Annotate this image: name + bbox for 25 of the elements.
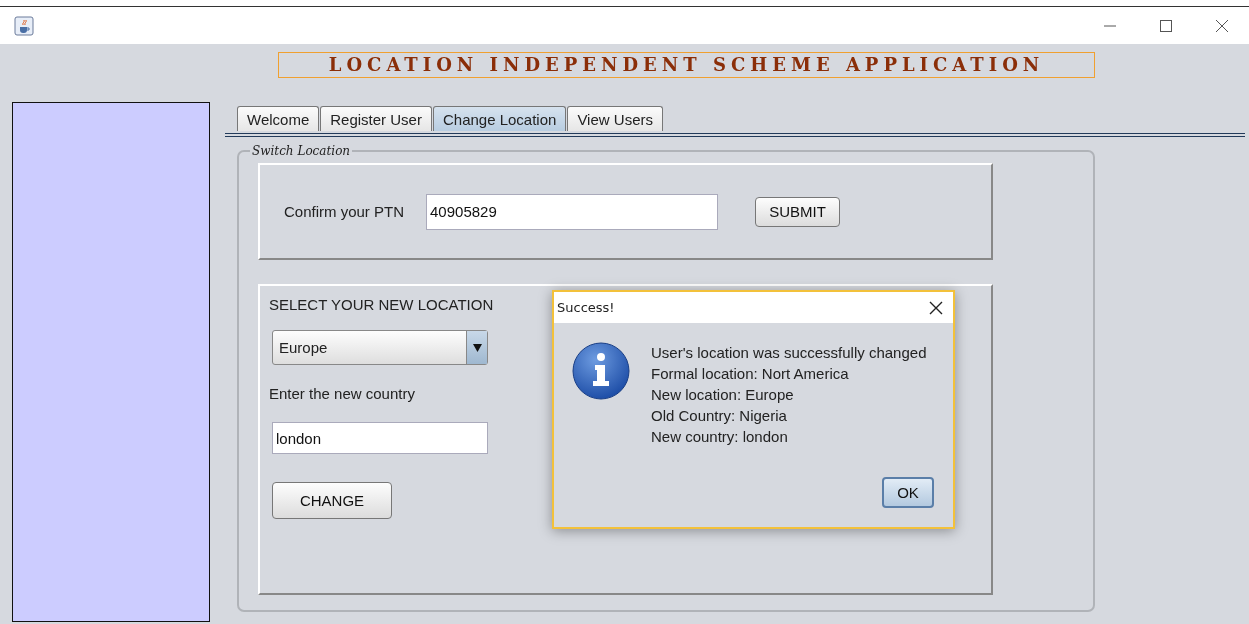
tab[interactable]: Register User xyxy=(320,106,432,131)
dialog-message-line: New country: london xyxy=(651,428,789,445)
country-label: Enter the new country xyxy=(269,385,415,402)
ok-button[interactable]: OK xyxy=(882,477,934,508)
caret-icon xyxy=(472,343,482,352)
dialog-message-line: Old Country: Nigeria xyxy=(651,407,788,424)
info-icon xyxy=(572,342,630,400)
dialog-message-line: New location: Europe xyxy=(651,386,795,403)
tab[interactable]: View Users xyxy=(567,106,663,131)
dialog-message-line: User's location was successfully changed xyxy=(651,344,927,361)
location-heading: SELECT YOUR NEW LOCATION xyxy=(269,296,494,313)
dialog-title: Success! xyxy=(557,300,615,315)
close-icon[interactable] xyxy=(929,300,943,315)
ptn-field[interactable]: 40905829 xyxy=(426,193,719,230)
java-cup-icon xyxy=(14,15,34,36)
submit-button[interactable]: SUBMIT xyxy=(755,196,841,227)
dialog-message-line: Formal location: Nort America xyxy=(651,365,850,382)
ptn-label: Confirm your PTN xyxy=(284,203,405,220)
region-dropdown[interactable]: Europe xyxy=(272,330,488,365)
tab[interactable]: Change Location xyxy=(432,106,567,131)
tab[interactable]: Welcome xyxy=(237,106,320,131)
change-button[interactable]: CHANGE xyxy=(272,482,392,519)
country-field[interactable]: london xyxy=(272,422,488,454)
group-title: Switch Location xyxy=(251,144,352,158)
app-banner-title: LOCATION INDEPENDENT SCHEME APPLICATION xyxy=(278,52,1095,78)
